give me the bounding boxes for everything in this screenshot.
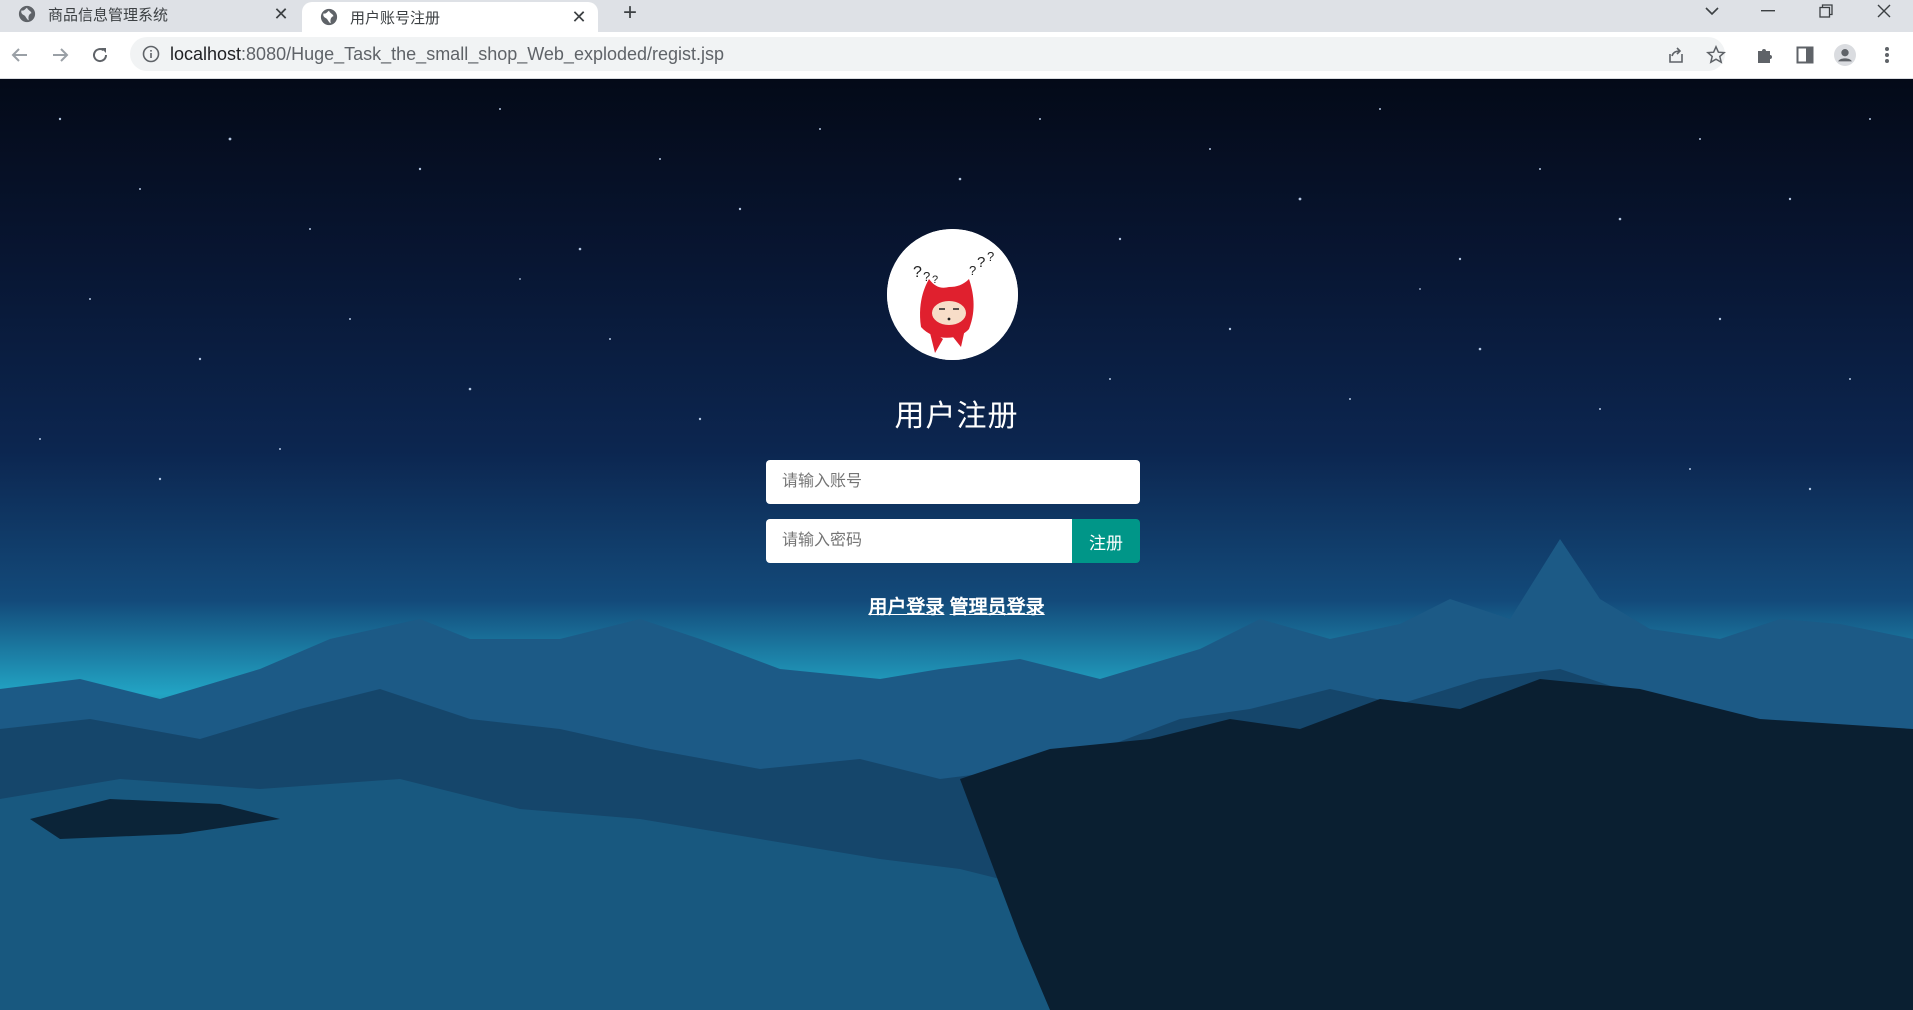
password-input[interactable]	[766, 519, 1072, 563]
back-icon[interactable]	[6, 41, 34, 69]
account-input[interactable]	[766, 460, 1140, 504]
svg-text:?: ?	[977, 254, 985, 271]
reload-icon[interactable]	[86, 41, 114, 69]
svg-text:?: ?	[987, 249, 994, 264]
url-text: localhost:8080/Huge_Task_the_small_shop_…	[170, 44, 724, 65]
profile-avatar-icon[interactable]	[1834, 44, 1856, 66]
admin-login-link[interactable]: 管理员登录	[950, 597, 1045, 618]
tab-strip: 商品信息管理系统 ✕ 用户账号注册 ✕ +	[0, 0, 1913, 32]
svg-text:?: ?	[913, 264, 922, 281]
page-title: 用户注册	[894, 400, 1019, 433]
close-window-icon[interactable]	[1864, 0, 1904, 22]
close-tab-icon[interactable]: ✕	[270, 3, 292, 25]
extensions-puzzle-icon[interactable]	[1754, 44, 1776, 66]
side-panel-icon[interactable]	[1794, 44, 1816, 66]
tab-title: 商品信息管理系统	[48, 6, 169, 24]
restore-icon[interactable]	[1806, 0, 1846, 22]
url-path: :8080/Huge_Task_the_small_shop_Web_explo…	[241, 43, 725, 64]
globe-icon	[18, 5, 36, 23]
bookmark-star-icon[interactable]	[1706, 45, 1726, 65]
info-icon[interactable]	[142, 45, 160, 63]
chevron-down-icon[interactable]	[1692, 0, 1732, 22]
tab-title: 用户账号注册	[350, 9, 441, 27]
tab-user-register[interactable]: 用户账号注册 ✕	[302, 2, 598, 32]
login-links: 用户登录 管理员登录	[0, 592, 1913, 619]
close-tab-icon[interactable]: ✕	[568, 6, 590, 28]
tab-product-management[interactable]: 商品信息管理系统 ✕	[0, 0, 300, 28]
menu-kebab-icon[interactable]	[1876, 44, 1898, 66]
url-host: localhost	[170, 43, 242, 64]
page-background: ? ? ? ? ? ? 用户注册 注册 用户登录 管理员登录	[0, 79, 1913, 1010]
svg-text:?: ?	[969, 263, 976, 278]
globe-icon	[320, 8, 338, 26]
register-button[interactable]: 注册	[1072, 519, 1140, 563]
new-tab-button[interactable]: +	[616, 0, 644, 26]
avatar: ? ? ? ? ? ?	[887, 229, 1018, 360]
minimize-icon[interactable]	[1748, 0, 1788, 22]
forward-icon[interactable]	[46, 41, 74, 69]
user-login-link[interactable]: 用户登录	[868, 597, 944, 618]
share-icon[interactable]	[1666, 45, 1686, 65]
browser-toolbar: localhost:8080/Huge_Task_the_small_shop_…	[0, 32, 1913, 79]
browser-window: 商品信息管理系统 ✕ 用户账号注册 ✕ + localhost:8080/Hug…	[0, 0, 1913, 1010]
address-bar[interactable]: localhost:8080/Huge_Task_the_small_shop_…	[130, 37, 1726, 71]
